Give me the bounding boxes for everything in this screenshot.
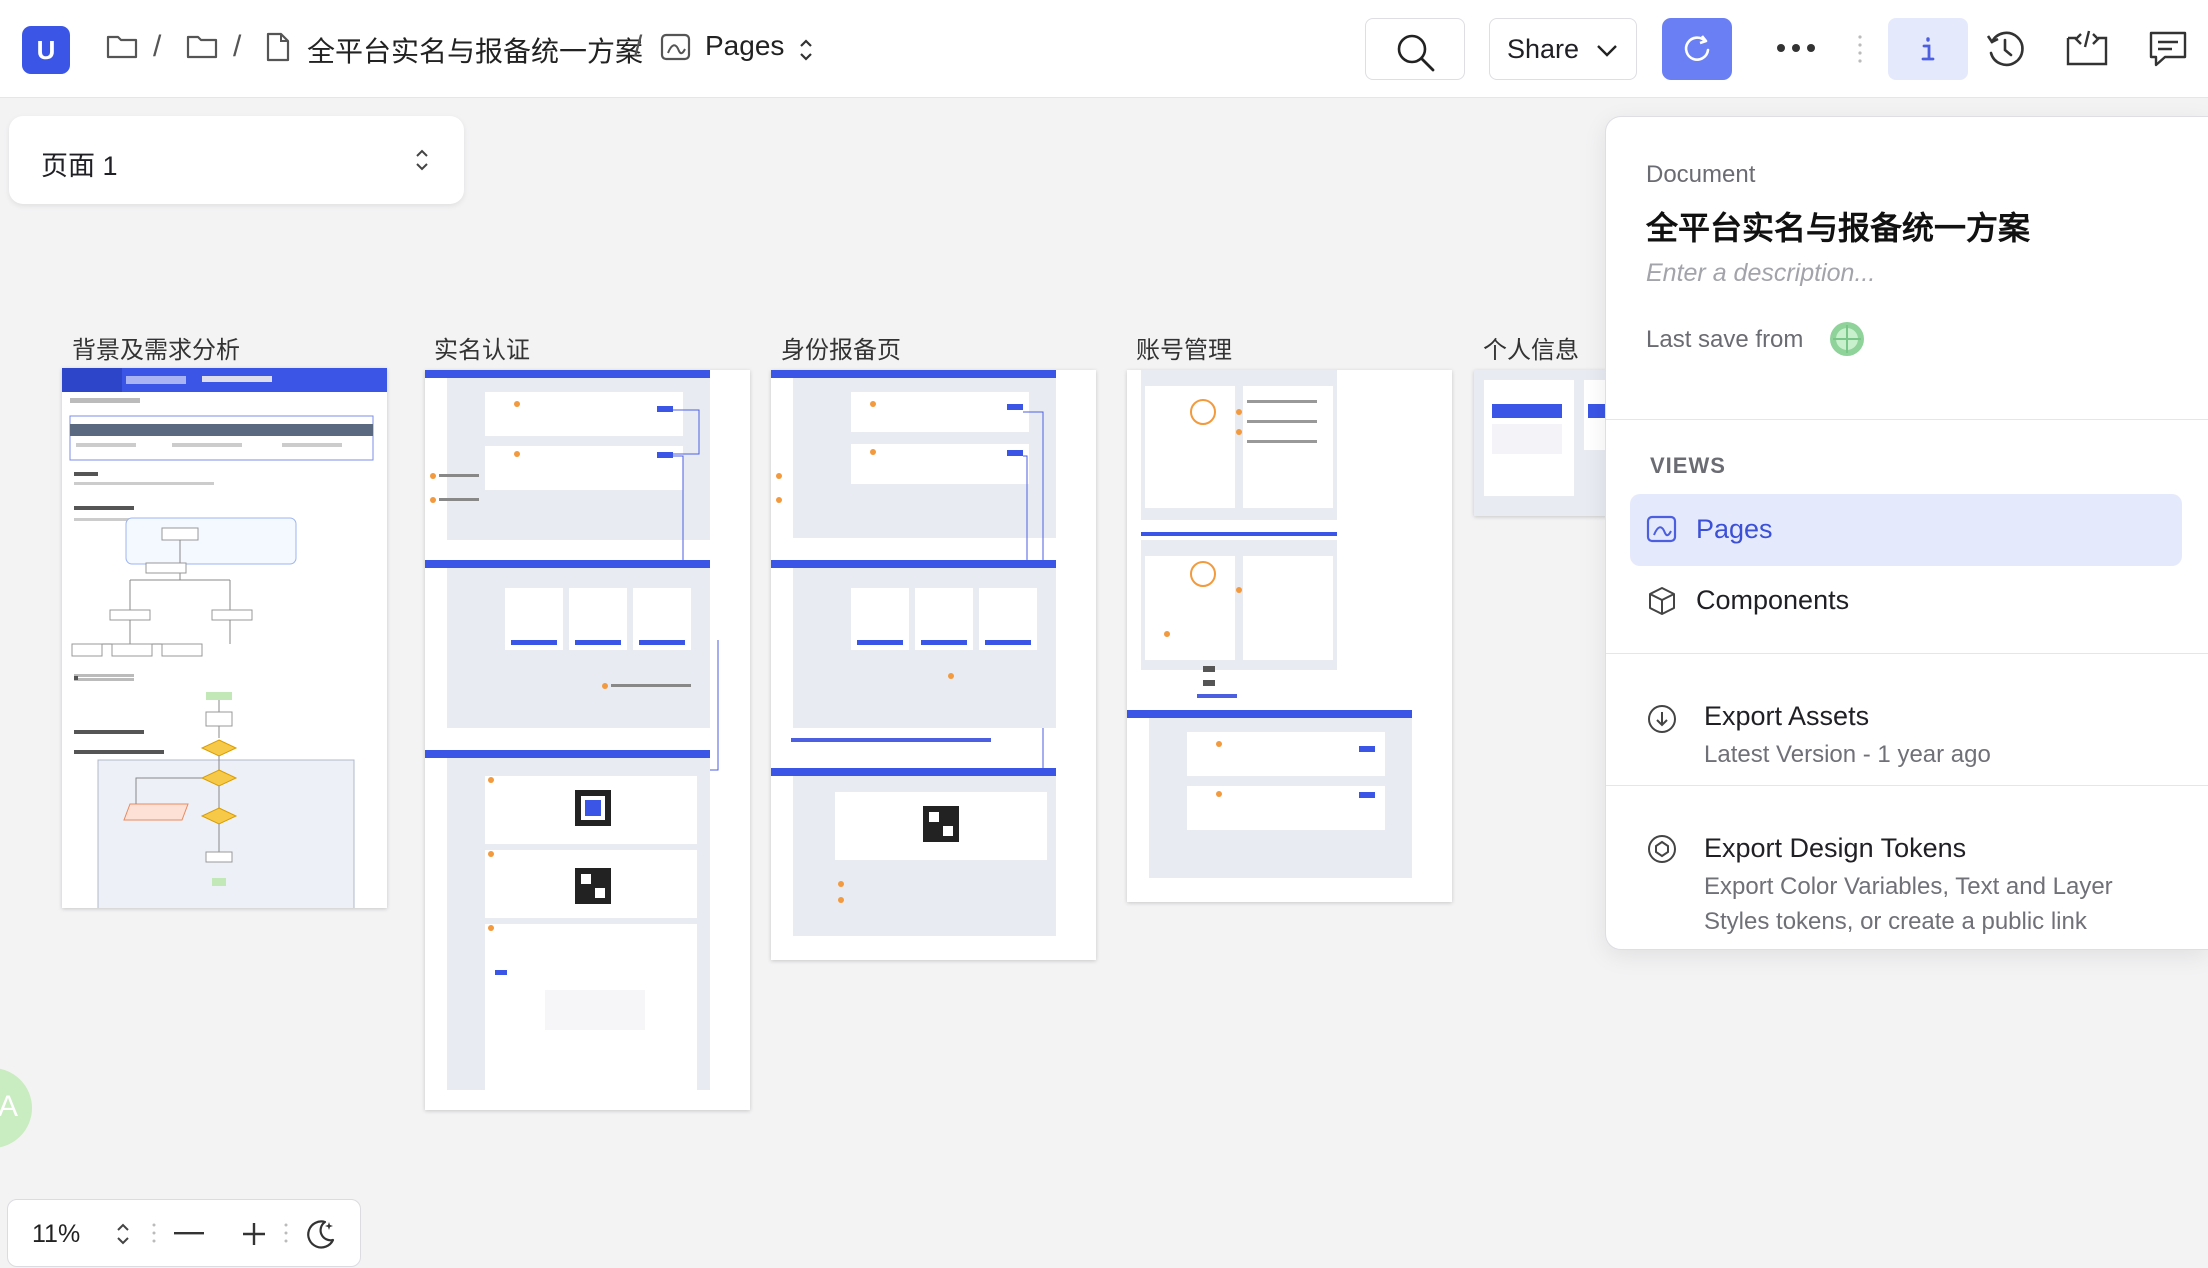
board-title[interactable]: 个人信息 (1483, 330, 1579, 365)
chevron-updown-icon (416, 149, 428, 171)
divider (1606, 785, 2208, 786)
search-button[interactable] (1365, 18, 1465, 80)
collaborator-avatar[interactable]: A (0, 1068, 32, 1148)
board-thumbnail[interactable] (425, 370, 750, 1110)
avatar-initial: A (0, 1090, 18, 1123)
zoom-controls: 11% (7, 1199, 361, 1267)
history-icon[interactable] (1984, 28, 2026, 70)
breadcrumb-separator: / (153, 30, 162, 63)
code-icon[interactable] (2065, 28, 2109, 68)
pages-icon (660, 33, 691, 61)
info-icon (1921, 37, 1935, 61)
board-preview (771, 370, 1056, 936)
share-label: Share (1507, 34, 1580, 64)
page-selector-label: 页面 1 (41, 151, 118, 181)
info-button[interactable] (1888, 18, 1968, 80)
zoom-in-icon[interactable] (240, 1220, 268, 1248)
comment-icon[interactable] (2147, 28, 2189, 70)
component-cube-icon (1649, 587, 1675, 615)
divider (1606, 653, 2208, 654)
document-title[interactable]: 全平台实名与报备统一方案 (1646, 203, 2030, 249)
export-assets-item[interactable]: Export Assets Latest Version - 1 year ag… (1606, 665, 2208, 785)
chevron-updown-icon[interactable] (114, 1220, 132, 1248)
chevron-down-icon (1597, 45, 1617, 57)
refresh-icon (1684, 35, 1710, 61)
user-avatar-icon (1830, 322, 1864, 356)
export-tokens-subtitle-line2: Styles tokens, or create a public link (1704, 908, 2087, 935)
toolbar-divider (152, 1223, 156, 1243)
search-icon (1397, 34, 1435, 72)
board-preview (1127, 370, 1412, 878)
breadcrumb-document-title[interactable]: 全平台实名与报备统一方案 (307, 30, 643, 70)
board-preview (62, 368, 387, 908)
view-item-label: Pages (1696, 514, 1773, 544)
board-thumbnail[interactable] (1474, 370, 1614, 516)
download-icon (1648, 705, 1676, 733)
divider (1606, 419, 2208, 420)
board-thumbnail[interactable] (1127, 370, 1452, 902)
breadcrumb-separator: / (634, 30, 643, 63)
board-thumbnail[interactable] (771, 370, 1096, 960)
export-assets-subtitle: Latest Version - 1 year ago (1704, 741, 1991, 768)
description-input[interactable]: Enter a description... (1646, 259, 1875, 288)
toolbar-divider (284, 1223, 288, 1243)
share-button[interactable]: Share (1489, 18, 1637, 80)
document-info-panel: Document 全平台实名与报备统一方案 Enter a descriptio… (1605, 116, 2208, 950)
breadcrumb-current-view[interactable]: Pages (705, 30, 784, 62)
board-thumbnail[interactable] (62, 368, 387, 908)
view-item-pages[interactable]: Pages (1630, 494, 2182, 566)
dark-mode-icon[interactable] (305, 1218, 337, 1250)
pages-icon (1646, 515, 1677, 543)
export-tokens-subtitle-line1: Export Color Variables, Text and Layer (1704, 873, 2113, 900)
board-title[interactable]: 实名认证 (434, 330, 530, 365)
export-tokens-title: Export Design Tokens (1704, 833, 1967, 863)
export-design-tokens-item[interactable]: Export Design Tokens Export Color Variab… (1606, 797, 2208, 937)
toolbar-divider (1858, 35, 1862, 63)
board-preview (425, 370, 719, 1090)
folder-icon[interactable] (106, 32, 138, 60)
more-icon[interactable] (1776, 42, 1816, 54)
board-preview (1474, 370, 1614, 516)
folder-icon[interactable] (186, 32, 218, 60)
sync-button[interactable] (1662, 18, 1732, 80)
view-item-components[interactable]: Components (1630, 565, 2182, 637)
top-toolbar: U / / 全平台实名与报备统一方案 / Pages Share (0, 0, 2208, 98)
panel-section-label: Document (1646, 161, 1756, 188)
export-assets-title: Export Assets (1704, 701, 1870, 731)
app-logo[interactable]: U (22, 26, 70, 74)
page-selector[interactable]: 页面 1 (9, 116, 464, 204)
design-token-icon (1648, 835, 1676, 863)
board-title[interactable]: 身份报备页 (781, 330, 901, 365)
views-heading: VIEWS (1650, 453, 1726, 478)
document-icon[interactable] (264, 32, 292, 62)
breadcrumb-separator: / (233, 30, 242, 63)
zoom-level[interactable]: 11% (32, 1220, 80, 1249)
view-item-label: Components (1696, 585, 1850, 615)
chevron-updown-icon[interactable] (797, 36, 815, 64)
zoom-out-icon[interactable] (174, 1232, 204, 1236)
board-title[interactable]: 账号管理 (1136, 330, 1232, 365)
last-save-label: Last save from (1646, 326, 1804, 353)
board-title[interactable]: 背景及需求分析 (72, 330, 240, 365)
